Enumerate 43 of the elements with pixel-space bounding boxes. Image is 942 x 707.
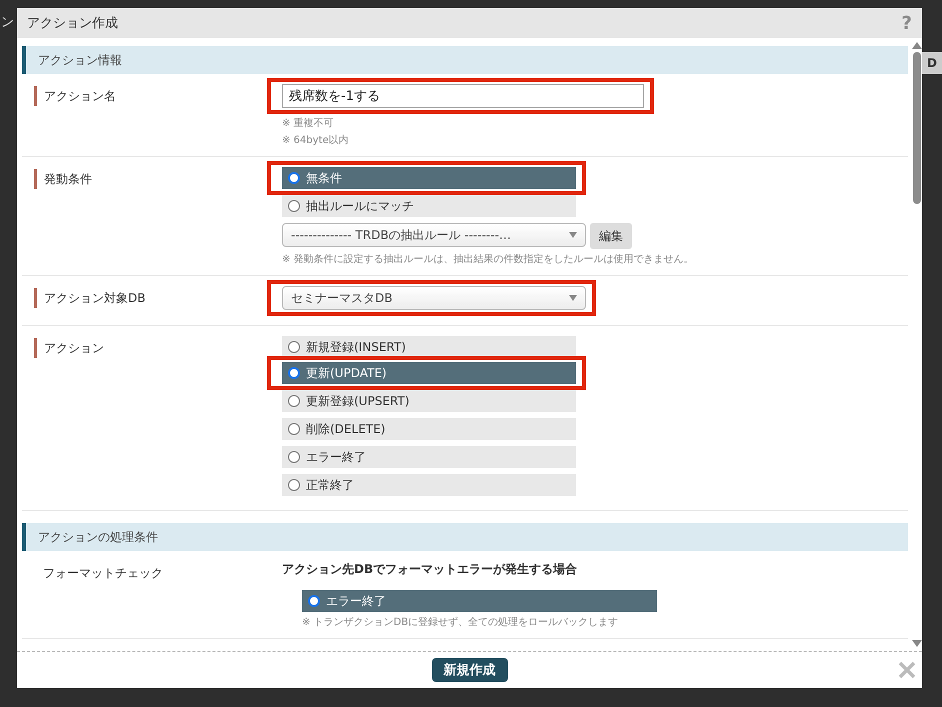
radio-icon bbox=[288, 172, 300, 184]
note-text: ※ 64byte以内 bbox=[282, 134, 349, 147]
radio-icon bbox=[308, 595, 320, 607]
radio-option[interactable]: 更新登録(UPSERT) bbox=[282, 390, 576, 412]
field-label: アクション名 bbox=[44, 88, 116, 105]
radio-option[interactable]: エラー終了 bbox=[302, 590, 657, 612]
caret-icon bbox=[569, 232, 577, 238]
radio-option[interactable]: 無条件 bbox=[282, 167, 576, 189]
radio-option[interactable]: エラー終了 bbox=[282, 446, 576, 468]
scroll-down-icon[interactable] bbox=[912, 640, 922, 647]
create-button[interactable]: 新規作成 bbox=[432, 658, 508, 682]
radio-icon bbox=[288, 451, 300, 463]
radio-icon bbox=[288, 423, 300, 435]
background-text: D bbox=[922, 52, 942, 74]
radio-icon bbox=[288, 395, 300, 407]
radio-option[interactable]: 抽出ルールにマッチ bbox=[282, 195, 576, 217]
section-header: アクション情報 bbox=[22, 46, 908, 74]
radio-option[interactable]: 削除(DELETE) bbox=[282, 418, 576, 440]
field-label: 発動条件 bbox=[44, 171, 92, 188]
caret-icon bbox=[569, 295, 577, 301]
field-label: フォーマットチェック bbox=[42, 565, 163, 582]
field-label: アクション bbox=[44, 340, 104, 357]
radio-icon bbox=[288, 200, 300, 212]
radio-icon bbox=[288, 367, 300, 379]
background-text: ン bbox=[1, 14, 14, 31]
radio-option[interactable]: 新規登録(INSERT) bbox=[282, 336, 576, 358]
field-label: アクション対象DB bbox=[44, 290, 146, 307]
note-text: ※ 発動条件に設定する抽出ルールは、抽出結果の件数指定をしたルールは使用できません。 bbox=[282, 252, 694, 266]
radio-icon bbox=[288, 341, 300, 353]
rule-select[interactable]: -------------- TRDBの抽出ルール --------… bbox=[282, 223, 586, 247]
option-heading: アクション先DBでフォーマットエラーが発生する場合 bbox=[282, 561, 578, 578]
note-text: ※ トランザクションDBに登録せず、全ての処理をロールバックします bbox=[302, 616, 618, 629]
dialog-title: アクション作成 bbox=[27, 15, 118, 32]
edit-button[interactable]: 編集 bbox=[590, 223, 632, 249]
scroll-thumb[interactable] bbox=[913, 52, 921, 204]
note-text: ※ 重複不可 bbox=[282, 116, 334, 130]
action-name-input[interactable]: 残席数を-1する bbox=[282, 84, 644, 108]
radio-icon bbox=[288, 479, 300, 491]
db-select[interactable]: セミナーマスタDB bbox=[282, 286, 586, 310]
section-header: アクションの処理条件 bbox=[22, 523, 908, 551]
close-icon[interactable] bbox=[898, 661, 916, 679]
radio-option[interactable]: 更新(UPDATE) bbox=[282, 362, 576, 384]
radio-option[interactable]: 正常終了 bbox=[282, 474, 576, 496]
